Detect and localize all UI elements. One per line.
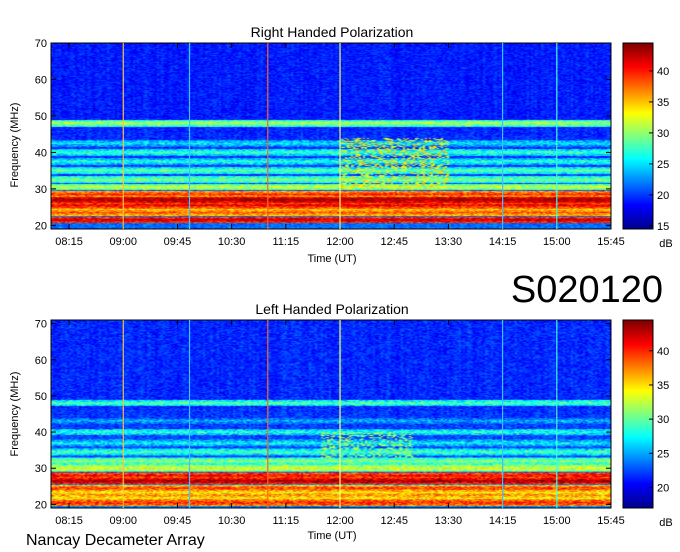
y-tick-label: 30	[35, 463, 47, 475]
x-tick-label: 08:15	[55, 515, 83, 527]
colorbar-tick-label: 30	[657, 128, 669, 140]
x-tick-label: 09:45	[164, 515, 192, 527]
right-polarization-panel: Right Handed Polarization 20 30 40 50 60 70 0…	[9, 24, 673, 265]
spectrogram-figure: Right Handed Polarization 20 30 40 50 60 70 0…	[9, 24, 673, 549]
x-tick-label: 10:30	[218, 236, 246, 248]
x-tick-label: 12:45	[380, 515, 408, 527]
y-axis-label: Frequency (MHz)	[9, 372, 21, 457]
y-tick-label: 70	[35, 319, 47, 331]
y-axis-label: Frequency (MHz)	[9, 103, 21, 188]
x-tick-label: 12:00	[326, 515, 354, 527]
observation-code: S020120	[511, 269, 663, 311]
x-tick-label: 10:30	[218, 515, 246, 527]
x-tick-label: 13:30	[435, 236, 463, 248]
colorbar-tick-label: 35	[657, 97, 669, 109]
panel-title: Left Handed Polarization	[255, 301, 408, 317]
colorbar-unit: dB	[659, 517, 672, 529]
x-tick-label: 15:00	[543, 515, 571, 527]
y-tick-label: 20	[35, 220, 47, 232]
x-tick-label: 14:15	[489, 515, 517, 527]
y-tick-label: 20	[35, 499, 47, 511]
x-tick-label: 09:00	[109, 236, 137, 248]
x-axis-label: Time (UT)	[307, 253, 356, 265]
x-tick-label: 13:30	[435, 515, 463, 527]
y-tick-label: 70	[35, 38, 47, 50]
colorbar	[623, 43, 653, 229]
instrument-label: Nancay Decameter Array	[26, 532, 205, 549]
colorbar-tick-label: 20	[657, 190, 669, 202]
x-tick-label: 09:00	[109, 515, 137, 527]
colorbar-unit: dB	[659, 238, 672, 250]
colorbar-tick-label: 40	[657, 66, 669, 78]
y-tick-label: 30	[35, 184, 47, 196]
x-tick-label: 12:00	[326, 236, 354, 248]
colorbar-tick-label: 25	[657, 448, 669, 460]
colorbar-tick-label: 15	[657, 221, 669, 233]
x-tick-label: 14:15	[489, 236, 517, 248]
colorbar-tick-label: 25	[657, 159, 669, 171]
x-tick-label: 09:45	[164, 236, 192, 248]
y-tick-label: 50	[35, 111, 47, 123]
y-tick-label: 40	[35, 147, 47, 159]
colorbar	[623, 320, 653, 508]
x-tick-label: 08:15	[55, 236, 83, 248]
colorbar-tick-label: 40	[657, 346, 669, 358]
colorbar-tick-label: 35	[657, 380, 669, 392]
x-tick-label: 15:45	[597, 515, 625, 527]
x-tick-label: 11:15	[272, 515, 299, 527]
spectrogram-heatmap	[51, 320, 611, 508]
spectrogram-heatmap	[51, 43, 611, 229]
colorbar-tick-label: 30	[657, 414, 669, 426]
x-tick-label: 12:45	[380, 236, 408, 248]
panel-title: Right Handed Polarization	[251, 24, 414, 40]
left-polarization-panel: Left Handed Polarization 20 30 40 50 60 70 08…	[9, 301, 673, 542]
colorbar-tick-label: 20	[657, 482, 669, 494]
y-tick-label: 50	[35, 391, 47, 403]
y-tick-label: 60	[35, 74, 47, 86]
y-tick-label: 40	[35, 427, 47, 439]
y-tick-label: 60	[35, 355, 47, 367]
x-tick-label: 11:15	[272, 236, 299, 248]
x-tick-label: 15:45	[597, 236, 625, 248]
x-tick-label: 15:00	[543, 236, 571, 248]
x-axis-label: Time (UT)	[307, 530, 356, 542]
